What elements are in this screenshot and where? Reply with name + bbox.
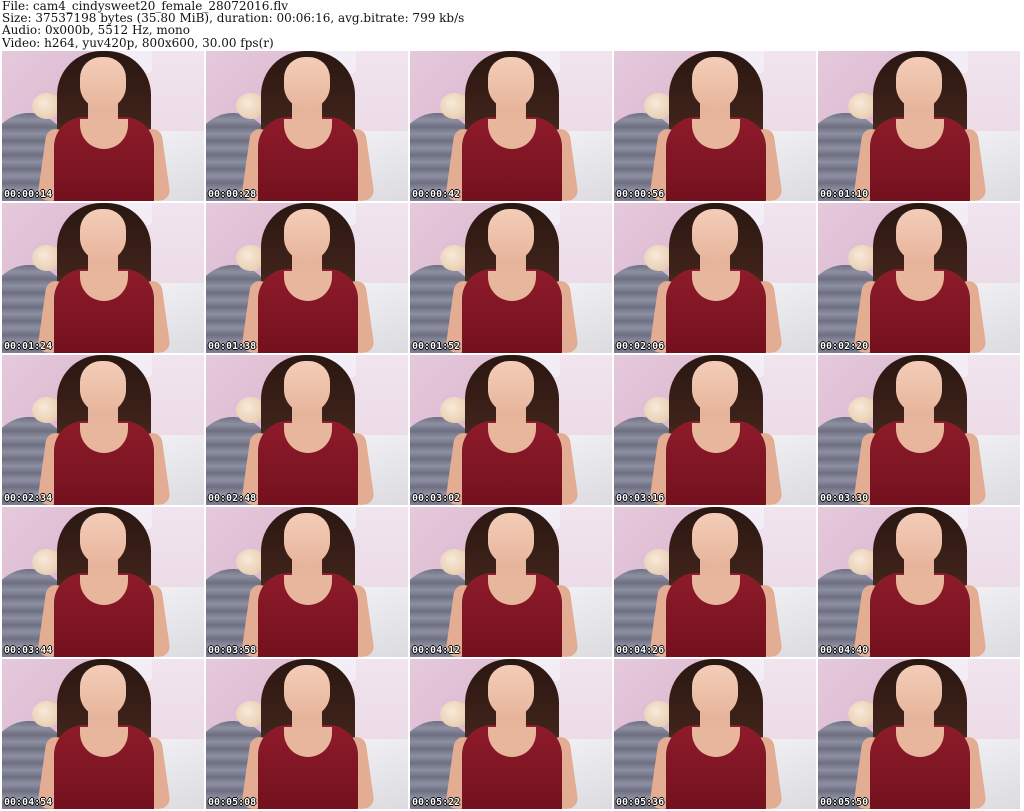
video-thumbnail: 00:02:20 — [818, 203, 1020, 353]
timestamp-label: 00:03:44 — [4, 645, 53, 656]
video-thumbnail: 00:04:12 — [410, 507, 612, 657]
face — [896, 209, 942, 261]
face — [896, 361, 942, 413]
face — [692, 57, 738, 109]
video-thumbnail: 00:02:48 — [206, 355, 408, 505]
face — [692, 513, 738, 565]
video-thumbnail: 00:05:22 — [410, 659, 612, 809]
face — [80, 513, 126, 565]
video-thumbnail: 00:00:42 — [410, 51, 612, 201]
video-thumbnail: 00:03:16 — [614, 355, 816, 505]
timestamp-label: 00:04:26 — [616, 645, 665, 656]
timestamp-label: 00:01:10 — [820, 189, 869, 200]
audio-info-line: Audio: 0x000b, 5512 Hz, mono — [2, 23, 190, 38]
face — [284, 513, 330, 565]
video-thumbnail: 00:05:50 — [818, 659, 1020, 809]
video-thumbnail: 00:00:56 — [614, 51, 816, 201]
timestamp-label: 00:01:38 — [208, 341, 257, 352]
video-thumbnail: 00:00:28 — [206, 51, 408, 201]
face — [284, 361, 330, 413]
face — [80, 57, 126, 109]
video-thumbnail: 00:04:40 — [818, 507, 1020, 657]
timestamp-label: 00:04:54 — [4, 797, 53, 808]
timestamp-label: 00:02:20 — [820, 341, 869, 352]
video-thumbnail: 00:02:34 — [2, 355, 204, 505]
timestamp-label: 00:02:34 — [4, 493, 53, 504]
timestamp-label: 00:02:48 — [208, 493, 257, 504]
face — [692, 665, 738, 717]
video-thumbnail: 00:01:24 — [2, 203, 204, 353]
face — [284, 57, 330, 109]
video-thumbnail: 00:03:44 — [2, 507, 204, 657]
face — [692, 361, 738, 413]
face — [896, 57, 942, 109]
timestamp-label: 00:05:50 — [820, 797, 869, 808]
video-thumbnail: 00:04:26 — [614, 507, 816, 657]
timestamp-label: 00:00:14 — [4, 189, 53, 200]
timestamp-label: 00:05:36 — [616, 797, 665, 808]
video-thumbnail: 00:01:52 — [410, 203, 612, 353]
face — [80, 665, 126, 717]
video-thumbnail: 00:02:06 — [614, 203, 816, 353]
timestamp-label: 00:01:24 — [4, 341, 53, 352]
video-thumbnail: 00:03:58 — [206, 507, 408, 657]
video-info-line: Video: h264, yuv420p, 800x600, 30.00 fps… — [2, 35, 274, 50]
timestamp-label: 00:02:06 — [616, 341, 665, 352]
video-thumbnail: 00:00:14 — [2, 51, 204, 201]
face — [488, 361, 534, 413]
timestamp-label: 00:05:22 — [412, 797, 461, 808]
video-thumbnail: 00:05:08 — [206, 659, 408, 809]
timestamp-label: 00:03:02 — [412, 493, 461, 504]
timestamp-label: 00:01:52 — [412, 341, 461, 352]
timestamp-label: 00:00:28 — [208, 189, 257, 200]
video-thumbnail: 00:01:10 — [818, 51, 1020, 201]
video-thumbnail: 00:01:38 — [206, 203, 408, 353]
timestamp-label: 00:00:42 — [412, 189, 461, 200]
thumbnail-grid: 00:00:14 00:00:28 00:00:42 00:00:56 00:0… — [2, 51, 1022, 811]
video-thumbnail: 00:04:54 — [2, 659, 204, 809]
video-thumbnail: 00:03:30 — [818, 355, 1020, 505]
face — [692, 209, 738, 261]
file-info-header: File: cam4_cindysweet20_female_28072016.… — [2, 0, 1020, 50]
face — [80, 361, 126, 413]
face — [896, 665, 942, 717]
video-thumbnail: 00:05:36 — [614, 659, 816, 809]
timestamp-label: 00:03:58 — [208, 645, 257, 656]
face — [284, 665, 330, 717]
face — [488, 665, 534, 717]
timestamp-label: 00:04:12 — [412, 645, 461, 656]
timestamp-label: 00:03:30 — [820, 493, 869, 504]
face — [488, 57, 534, 109]
timestamp-label: 00:05:08 — [208, 797, 257, 808]
face — [284, 209, 330, 261]
video-thumbnail: 00:03:02 — [410, 355, 612, 505]
face — [488, 513, 534, 565]
face — [896, 513, 942, 565]
timestamp-label: 00:00:56 — [616, 189, 665, 200]
face — [488, 209, 534, 261]
face — [80, 209, 126, 261]
timestamp-label: 00:03:16 — [616, 493, 665, 504]
timestamp-label: 00:04:40 — [820, 645, 869, 656]
